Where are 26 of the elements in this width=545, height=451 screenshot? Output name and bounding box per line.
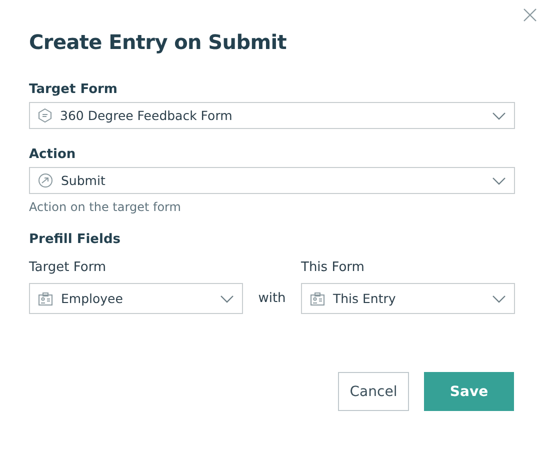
id-card-icon [38,292,53,306]
dropdown[interactable]: This Entry [301,283,515,314]
field-label: Target Form [29,82,118,97]
chevron-down-icon [492,176,506,184]
chevron-down-icon [492,294,506,302]
dropdown-value: 360 Degree Feedback Form [60,108,234,123]
field-label: This Form [301,260,366,275]
joiner-text: with [257,290,287,308]
dropdown-value: Employee [61,291,124,306]
chevron-down-icon [220,294,234,302]
dropdown-value: Submit [61,173,106,188]
field-label: Action [29,147,77,162]
chevron-down-icon [492,112,506,120]
dialog-title: Create Entry on Submit [29,30,288,54]
dropdown[interactable]: Employee [29,283,243,314]
cancel-button[interactable]: Cancel [338,372,409,411]
dropdown-value: This Entry [333,291,397,306]
hexagon-icon [38,108,52,123]
close-icon [523,8,537,22]
dropdown[interactable]: 360 Degree Feedback Form [29,102,515,129]
section-label: Prefill Fields [29,232,122,247]
id-card-icon [310,292,325,306]
field-label: Target Form [29,260,108,275]
helper-text: Action on the target form [29,200,182,214]
dropdown[interactable]: Submit [29,167,515,194]
close-button[interactable] [523,8,537,22]
